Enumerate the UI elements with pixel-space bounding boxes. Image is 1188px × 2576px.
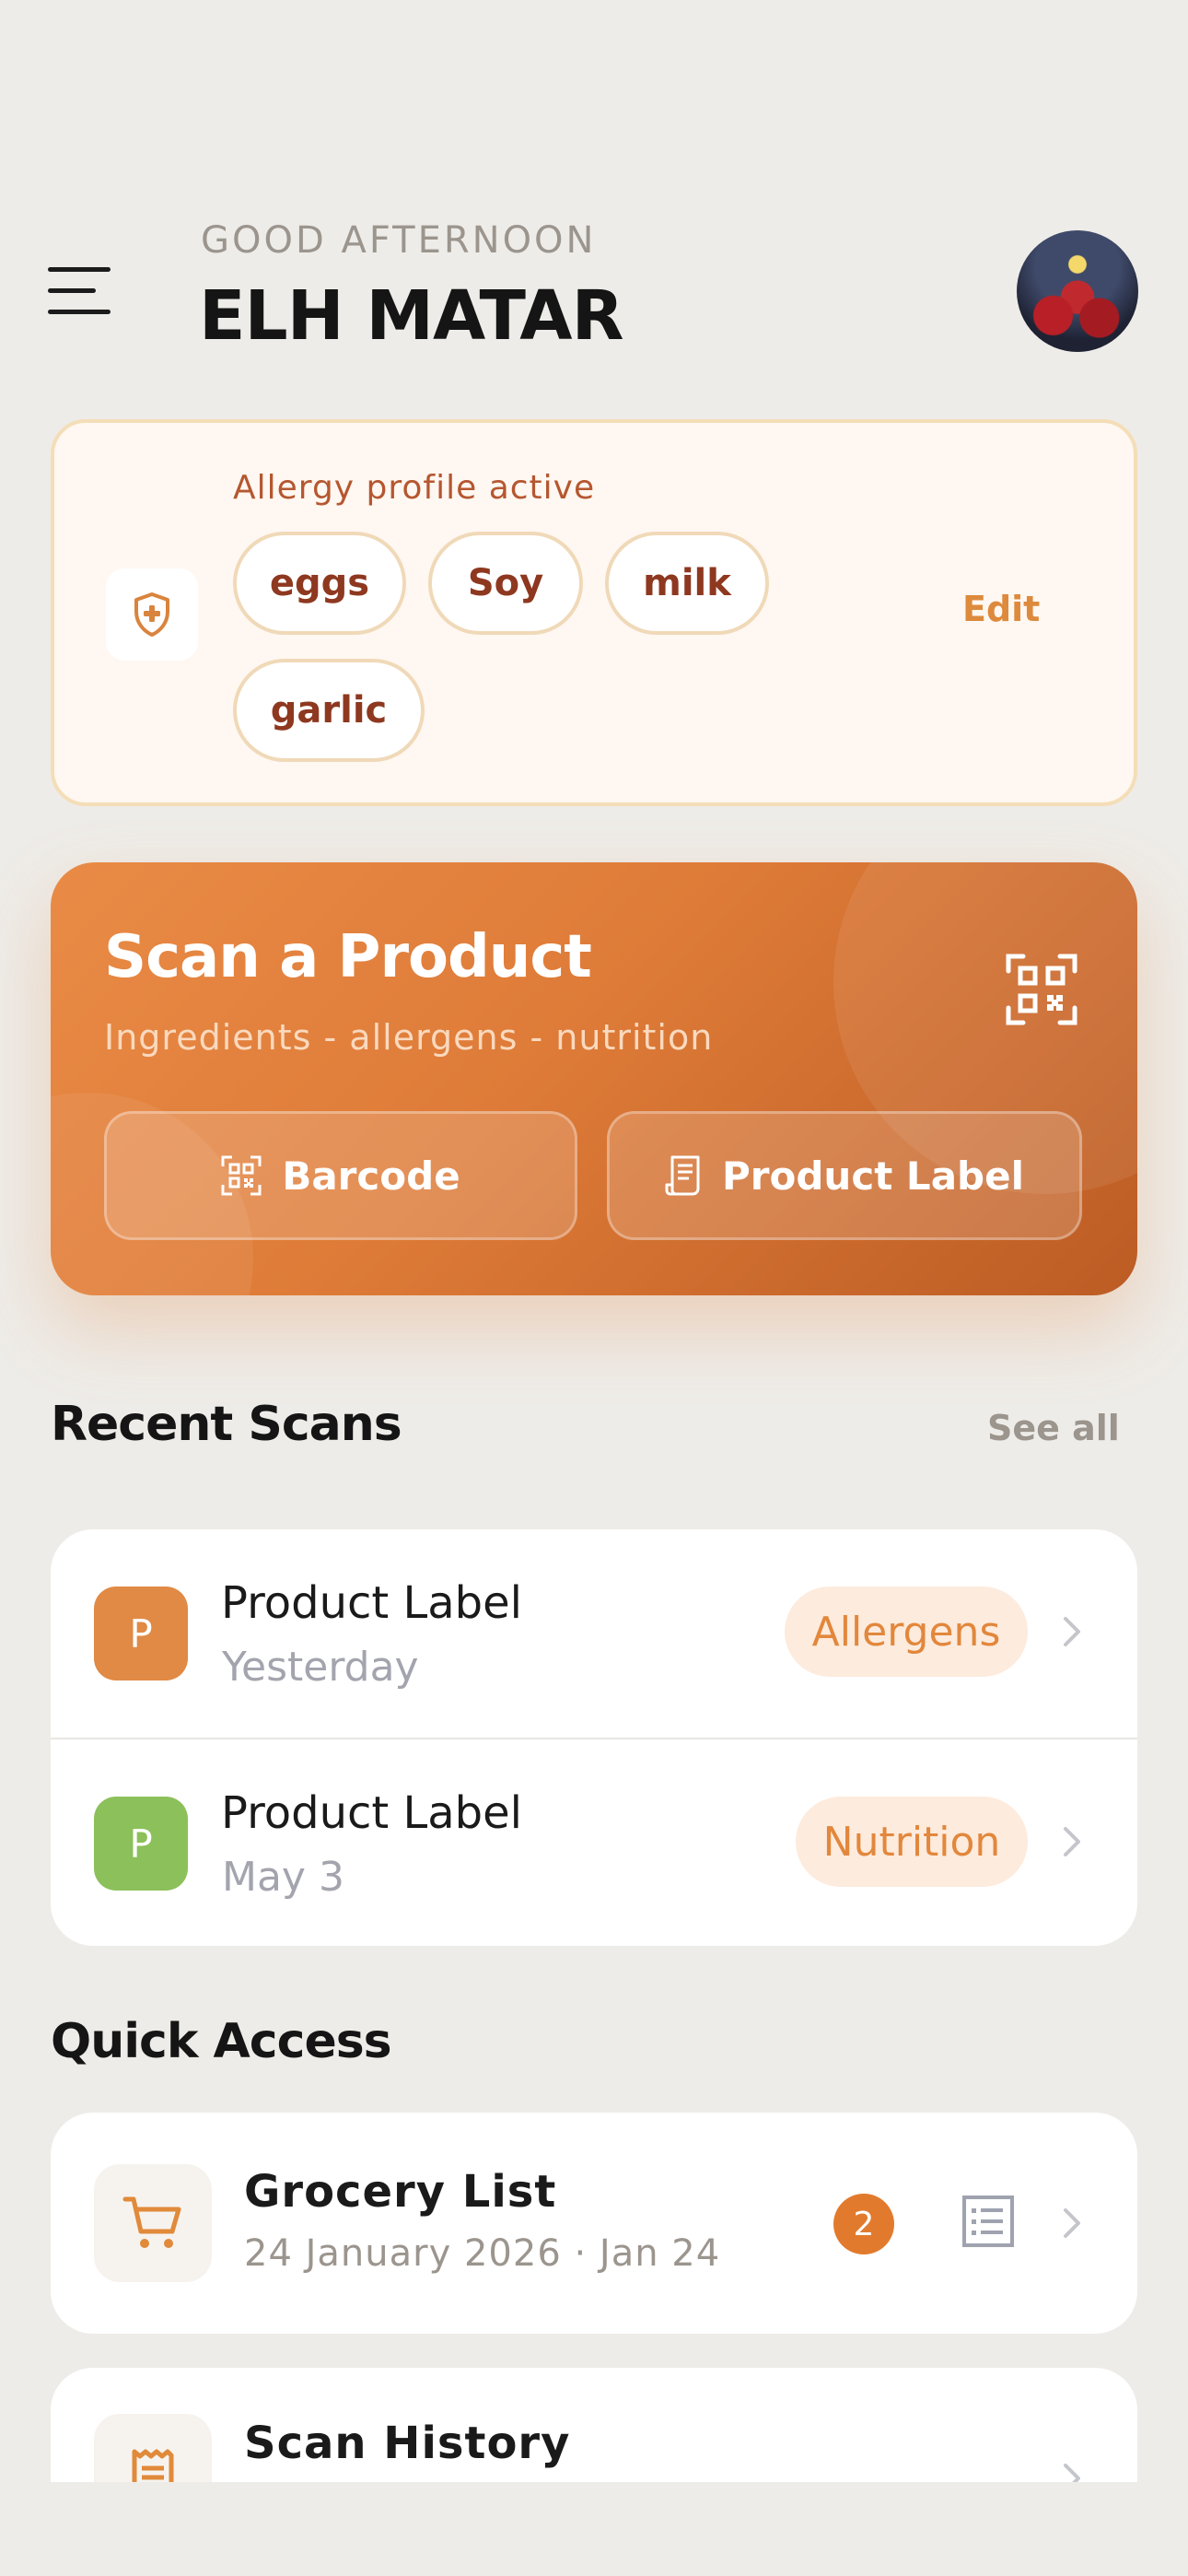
grocery-count-badge: 2 (833, 2194, 894, 2254)
scan-date: May 3 (222, 1854, 344, 1901)
receipt-icon (665, 1155, 700, 1196)
recent-scans-title: Recent Scans (51, 1397, 402, 1452)
product-label-button-label: Product Label (722, 1153, 1024, 1199)
hamburger-menu-icon[interactable] (48, 267, 111, 315)
qr-code-icon[interactable] (1005, 953, 1078, 1026)
nutrition-tag: Nutrition (796, 1797, 1028, 1887)
barcode-scan-icon (221, 1155, 262, 1196)
quick-access-title: Quick Access (51, 2014, 392, 2069)
recent-scan-row[interactable]: P Product Label May 3 Nutrition (51, 1738, 1137, 1946)
grocery-list-card[interactable]: Grocery List 24 January 2026 · Jan 24 2 (51, 2113, 1137, 2334)
scan-history-title: Scan History (244, 2418, 571, 2469)
home-screen: GOOD AFTERNOON ELH MATAR Allergy profile… (0, 0, 1188, 2576)
scan-title: Product Label (221, 1787, 522, 1839)
recent-scan-row[interactable]: P Product Label Yesterday Allergens (51, 1529, 1137, 1738)
product-badge: P (94, 1797, 188, 1891)
allergen-chip-eggs[interactable]: eggs (233, 532, 406, 635)
allergen-chip-milk[interactable]: milk (605, 532, 769, 635)
grocery-list-title: Grocery List (244, 2166, 557, 2218)
allergen-chip-garlic[interactable]: garlic (233, 659, 425, 762)
recent-scans-list: P Product Label Yesterday Allergens P Pr… (51, 1529, 1137, 1946)
scan-subtitle: Ingredients - allergens - nutrition (104, 1017, 714, 1058)
shield-plus-icon (106, 568, 198, 661)
scan-product-card: Scan a Product Ingredients - allergens -… (51, 862, 1137, 1295)
list-view-icon[interactable] (961, 2194, 1016, 2249)
bottom-safe-area (0, 2482, 1188, 2576)
product-badge: P (94, 1587, 188, 1680)
chevron-right-icon (1064, 1617, 1080, 1646)
grocery-list-date: 24 January 2026 · Jan 24 (244, 2232, 721, 2275)
scan-date: Yesterday (222, 1644, 419, 1691)
allergy-profile-title: Allergy profile active (233, 469, 596, 507)
user-name: ELH MATAR (199, 276, 624, 356)
edit-allergy-button[interactable]: Edit (962, 589, 1040, 629)
barcode-button[interactable]: Barcode (104, 1111, 577, 1240)
see-all-link[interactable]: See all (987, 1408, 1120, 1448)
allergens-tag: Allergens (785, 1587, 1028, 1677)
scan-title: Product Label (221, 1577, 522, 1629)
allergen-chip-soy[interactable]: Soy (428, 532, 583, 635)
chevron-right-icon (1064, 2208, 1080, 2238)
chevron-right-icon (1064, 1827, 1080, 1856)
product-label-button[interactable]: Product Label (607, 1111, 1082, 1240)
shopping-cart-icon (94, 2164, 212, 2282)
scan-title: Scan a Product (104, 923, 592, 991)
user-avatar[interactable] (1017, 230, 1138, 352)
greeting-text: GOOD AFTERNOON (201, 219, 597, 262)
allergy-profile-card: Allergy profile active eggs Soy milk gar… (51, 419, 1137, 806)
barcode-button-label: Barcode (282, 1153, 460, 1199)
